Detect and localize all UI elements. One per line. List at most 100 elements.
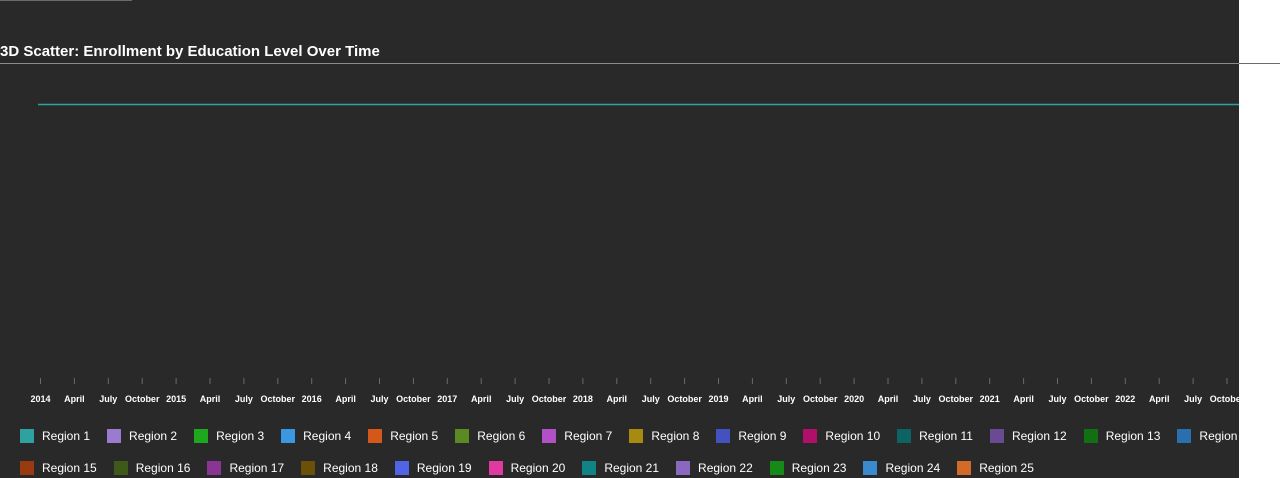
outer-divider	[1239, 63, 1280, 64]
legend-item[interactable]: Region 14	[1177, 429, 1239, 443]
legend-item[interactable]: Region 15	[20, 461, 97, 475]
legend-item[interactable]: Region 5	[368, 429, 438, 443]
x-axis-tick-label: July	[235, 394, 253, 404]
legend-swatch	[394, 461, 409, 475]
x-axis-tick-label: October	[939, 394, 974, 404]
legend-swatch	[113, 461, 128, 475]
x-axis-tick-label: October	[532, 394, 567, 404]
x-axis-tick-label: October	[667, 394, 702, 404]
x-axis-tick-label: April	[878, 394, 899, 404]
x-axis-tick-label: October	[803, 394, 838, 404]
x-axis-tick-label: July	[506, 394, 524, 404]
legend-item[interactable]: Region 24	[863, 461, 940, 475]
x-axis-tick-label: October	[1074, 394, 1109, 404]
x-axis-tick-label: July	[370, 394, 388, 404]
x-axis-tick-label: April	[1013, 394, 1034, 404]
legend-swatch	[803, 429, 818, 443]
legend-label: Region 3	[216, 429, 265, 443]
x-axis-tick-label: October	[1210, 394, 1239, 404]
legend-label: Region 24	[885, 461, 941, 475]
legend-swatch	[1177, 429, 1192, 443]
x-axis-tick-label: July	[642, 394, 660, 404]
legend-item[interactable]: Region 4	[281, 429, 351, 443]
x-axis-tick-label: 2019	[708, 394, 728, 404]
legend-label: Region 5	[390, 429, 439, 443]
x-axis-tick-label: April	[335, 394, 356, 404]
legend-item[interactable]: Region 12	[989, 429, 1067, 443]
legend-label: Region 10	[825, 429, 881, 443]
legend-label: Region 4	[303, 429, 352, 443]
legend-label: Region 23	[791, 461, 847, 475]
legend-swatch	[863, 461, 878, 475]
legend-item[interactable]: Region 18	[301, 461, 378, 475]
legend-label: Region 7	[564, 429, 613, 443]
legend-swatch	[897, 429, 912, 443]
legend-item[interactable]: Region 11	[897, 429, 973, 443]
legend-swatch	[769, 461, 784, 475]
x-axis-tick-label: April	[742, 394, 763, 404]
legend-label: Region 11	[919, 429, 973, 443]
x-axis-tick-label: 2017	[437, 394, 457, 404]
x-axis-tick-label: 2014	[30, 394, 50, 404]
x-axis-tick-label: October	[125, 394, 160, 404]
legend-item[interactable]: Region 2	[107, 429, 177, 443]
legend-item[interactable]: Region 3	[194, 429, 264, 443]
legend-swatch	[20, 429, 34, 443]
legend-item[interactable]: Region 16	[113, 461, 191, 475]
legend-swatch	[542, 429, 557, 443]
legend-item[interactable]: Region 22	[676, 461, 753, 475]
x-axis-tick-label: April	[1149, 394, 1170, 404]
legend-item[interactable]: Region 23	[769, 461, 847, 475]
x-axis-tick-label: 2021	[980, 394, 1000, 404]
legend-swatch	[455, 429, 470, 443]
legend-swatch	[207, 461, 222, 475]
x-axis-tick-label: July	[99, 394, 117, 404]
legend-swatch	[716, 429, 731, 443]
legend-label: Region 22	[698, 461, 753, 475]
legend-label: Region 16	[135, 461, 191, 475]
x-axis-tick-label: October	[261, 394, 296, 404]
legend-swatch	[989, 429, 1004, 443]
x-axis-tick-label: July	[777, 394, 795, 404]
x-axis-tick-label: April	[64, 394, 85, 404]
legend-item[interactable]: Region 21	[582, 461, 659, 475]
legend-swatch	[107, 429, 122, 443]
legend-label: Region 13	[1105, 429, 1161, 443]
legend-item[interactable]: Region 1	[20, 429, 90, 443]
x-axis-tick-label: 2022	[1115, 394, 1135, 404]
x-axis-tick-label: 2016	[302, 394, 322, 404]
legend-item[interactable]: Region 17	[207, 461, 284, 475]
legend-item[interactable]: Region 8	[629, 429, 699, 443]
legend-label: Region 1	[42, 429, 91, 443]
legend-item[interactable]: Region 20	[488, 461, 565, 475]
x-axis-tick-label: April	[471, 394, 492, 404]
legend-swatch	[301, 461, 316, 475]
legend-item[interactable]: Region 7	[542, 429, 612, 443]
x-axis-tick-label: April	[200, 394, 221, 404]
x-axis-tick-label: October	[396, 394, 431, 404]
legend-item[interactable]: Region 13	[1083, 429, 1161, 443]
legend-item[interactable]: Region 9	[716, 429, 786, 443]
legend-swatch	[1083, 429, 1098, 443]
legend-label: Region 2	[129, 429, 178, 443]
legend-label: Region 21	[604, 461, 660, 475]
legend-label: Region 15	[42, 461, 97, 475]
x-axis-tick-label: 2020	[844, 394, 864, 404]
legend-swatch	[281, 429, 296, 443]
legend-label: Region 12	[1011, 429, 1067, 443]
legend-label: Region 9	[738, 429, 787, 443]
legend-item[interactable]: Region 10	[803, 429, 880, 443]
legend-label: Region 14	[1199, 429, 1239, 443]
legend-label: Region 18	[323, 461, 378, 475]
legend-row: Region 1 Region 2 Region 3 Region 4 Region 5…	[20, 420, 1239, 452]
legend-label: Region 8	[651, 429, 700, 443]
x-axis-tick-label: July	[1048, 394, 1066, 404]
legend-swatch	[194, 429, 209, 443]
legend-label: Region 19	[416, 461, 472, 475]
legend-swatch	[582, 461, 597, 475]
legend-item[interactable]: Region 25	[957, 461, 1034, 475]
legend-item[interactable]: Region 19	[394, 461, 472, 475]
x-axis-tick-label: July	[1184, 394, 1202, 404]
legend-item[interactable]: Region 6	[455, 429, 525, 443]
legend-swatch	[20, 461, 34, 475]
